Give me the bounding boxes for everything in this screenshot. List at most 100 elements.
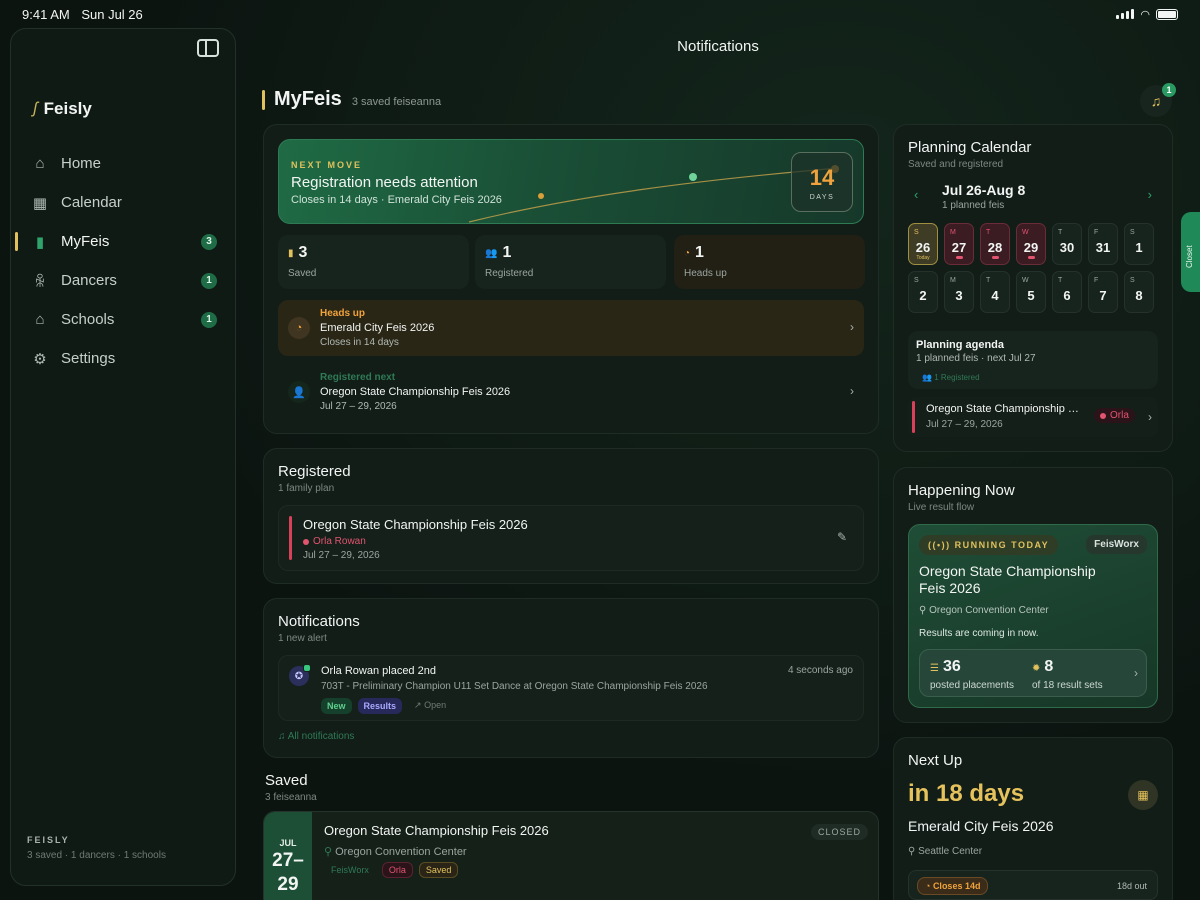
page-title: Notifications: [677, 38, 759, 55]
heads-up-kicker: Heads up: [320, 308, 366, 319]
calendar-day[interactable]: T 30: [1052, 223, 1082, 265]
stat-value: 1: [502, 244, 512, 261]
happening-subtitle: Live result flow: [908, 502, 975, 513]
graduation-cap-icon: ⌂: [35, 311, 45, 328]
running-label: RUNNING TODAY: [954, 540, 1050, 550]
brand: ʃ Feisly: [33, 99, 92, 119]
stat-value: 3: [298, 244, 308, 261]
calendar-day[interactable]: F 31: [1088, 223, 1118, 265]
next-up-card: Next Up in 18 days ▦ Emerald City Feis 2…: [893, 737, 1173, 900]
chevron-left-icon[interactable]: ‹: [914, 187, 918, 202]
status-bar: 9:41 AM Sun Jul 26 ◠: [0, 0, 1200, 28]
notification-item[interactable]: ✪ Orla Rowan placed 2nd 4 seconds ago 70…: [278, 655, 864, 721]
calendar-date: 3: [955, 288, 963, 303]
calendar-day[interactable]: T 28: [980, 223, 1010, 265]
placements-label: posted placements: [930, 680, 1014, 691]
registered-dancer: Orla Rowan: [303, 536, 366, 547]
location-label: Seattle Center: [918, 846, 983, 857]
next-up-countdown: in 18 days: [908, 780, 1025, 807]
next-up-deadline-row[interactable]: ◔ Closes 14d 18d out: [908, 870, 1158, 900]
status-badge: CLOSED: [810, 824, 868, 840]
results-stats[interactable]: ☰ 36 posted placements ✹ 8 of 18 result se…: [919, 649, 1147, 697]
planning-calendar-card: Planning Calendar Saved and registered ‹…: [893, 124, 1173, 452]
next-move-banner[interactable]: NEXT MOVE Registration needs attention C…: [278, 139, 864, 224]
calendar-day[interactable]: S2: [908, 271, 938, 313]
calendar-weekday: F: [1094, 277, 1099, 284]
calendar-range: Jul 26-Aug 8: [942, 182, 1026, 198]
gear-icon: ⚙: [33, 350, 47, 368]
planned-count: 1 planned feis: [942, 200, 1005, 211]
calendar-date: 30: [1059, 240, 1075, 255]
bell-icon: ♫: [1150, 93, 1162, 109]
curve-point: [538, 193, 544, 199]
chevron-right-icon[interactable]: ›: [1148, 187, 1152, 202]
calendar-day[interactable]: M3: [944, 271, 974, 313]
sidebar-footer: FEISLY 3 saved · 1 dancers · 1 schools: [27, 835, 166, 861]
sidebar-badge: 3: [201, 233, 217, 250]
calendar-weekday: S: [914, 229, 919, 236]
closet-tab[interactable]: Closet: [1181, 212, 1200, 292]
chevron-right-icon: ›: [1148, 410, 1152, 424]
date-month: JUL: [279, 838, 297, 848]
registered-next-row[interactable]: 👤 Registered next Oregon State Champions…: [278, 364, 864, 420]
calendar-weekday: T: [1058, 277, 1063, 284]
open-link[interactable]: ↗ Open: [408, 697, 452, 714]
registered-feis-dates: Jul 27 – 29, 2026: [303, 550, 380, 561]
calendar-day[interactable]: M 27: [944, 223, 974, 265]
sidebar-item-home[interactable]: ⌂ Home: [11, 144, 235, 183]
calendar-day[interactable]: S8: [1124, 271, 1154, 313]
calendar-day[interactable]: W 29: [1016, 223, 1046, 265]
planning-agenda[interactable]: Planning agenda 1 planned feis · next Ju…: [908, 331, 1158, 389]
tag-new: New: [321, 697, 352, 714]
live-event-panel[interactable]: ((•)) RUNNING TODAY FeisWorx Oregon Stat…: [908, 524, 1158, 708]
calendar-add-icon[interactable]: ▦: [1128, 780, 1158, 810]
verified-icon: ✹: [1032, 663, 1041, 674]
agenda-title: Planning agenda: [916, 339, 1005, 351]
heads-up-row[interactable]: ◔ Heads up Emerald City Feis 2026 Closes…: [278, 300, 864, 356]
calendar-day[interactable]: W5: [1016, 271, 1046, 313]
notifications-button[interactable]: ♫ 1: [1140, 83, 1176, 117]
main-subtitle: 3 saved feiseanna: [351, 96, 442, 108]
stat-registered[interactable]: 👥 1 Registered: [475, 235, 666, 289]
calendar-date: 1: [1135, 240, 1143, 255]
calendar-date: 6: [1063, 288, 1071, 303]
list-icon: ☰: [930, 663, 939, 674]
stat-saved[interactable]: ▮ 3 Saved: [278, 235, 469, 289]
wifi-icon: ◠: [1140, 8, 1150, 21]
calendar-weekday: W: [1022, 277, 1029, 284]
calendar-day[interactable]: T4: [980, 271, 1010, 313]
live-event-location: ⚲ Oregon Convention Center: [919, 605, 1049, 616]
days-label: DAYS: [809, 194, 835, 201]
saved-header: Saved 3 feiseanna: [265, 772, 317, 803]
calendar-day[interactable]: T6: [1052, 271, 1082, 313]
sidebar-item-settings[interactable]: ⚙ Settings: [11, 339, 235, 378]
sidebar-item-dancers[interactable]: ꆜ Dancers 1: [11, 261, 235, 300]
registered-feis-item[interactable]: Oregon State Championship Feis 2026 Orla…: [278, 505, 864, 571]
sidebar: ʃ Feisly ⌂ Home ▦ Calendar ▮ MyFeis 3 ꆜ …: [10, 28, 236, 886]
closet-tab-label: Closet: [1185, 245, 1194, 268]
sidebar-toggle-icon[interactable]: [197, 39, 219, 57]
main-header: MyFeis 3 saved feiseanna: [262, 88, 441, 111]
saved-feis-card[interactable]: JUL 27– 29 Oregon State Championship Fei…: [263, 811, 879, 900]
sidebar-item-schools[interactable]: ⌂ Schools 1: [11, 300, 235, 339]
sidebar-footer-title: FEISLY: [27, 835, 70, 845]
calendar-day[interactable]: S1: [1124, 223, 1154, 265]
agenda-registered-label: 1 Registered: [934, 373, 980, 382]
agenda-event[interactable]: Oregon State Championship Feis 2026 Jul …: [908, 397, 1158, 437]
calendar-weekday: T: [1058, 229, 1063, 236]
calendar-date: 7: [1099, 288, 1107, 303]
edit-icon[interactable]: ✎: [837, 530, 847, 544]
calendar-date: 4: [991, 288, 999, 303]
calendar-day[interactable]: F7: [1088, 271, 1118, 313]
next-up-location: ⚲ Seattle Center: [908, 846, 982, 857]
stat-heads-up[interactable]: ◔ 1 Heads up: [674, 235, 865, 289]
next-move-title: Registration needs attention: [291, 174, 478, 191]
all-notifications-link[interactable]: ♫ All notifications: [278, 731, 354, 742]
sidebar-item-myfeis[interactable]: ▮ MyFeis 3: [11, 222, 235, 261]
calendar-day[interactable]: S 26 Today: [908, 223, 938, 265]
calendar-weekday: M: [950, 229, 956, 236]
location-label: Oregon Convention Center: [929, 605, 1049, 616]
sidebar-item-calendar[interactable]: ▦ Calendar: [11, 183, 235, 222]
dancer-dot: [1100, 412, 1106, 419]
location-label: Oregon Convention Center: [335, 846, 467, 858]
